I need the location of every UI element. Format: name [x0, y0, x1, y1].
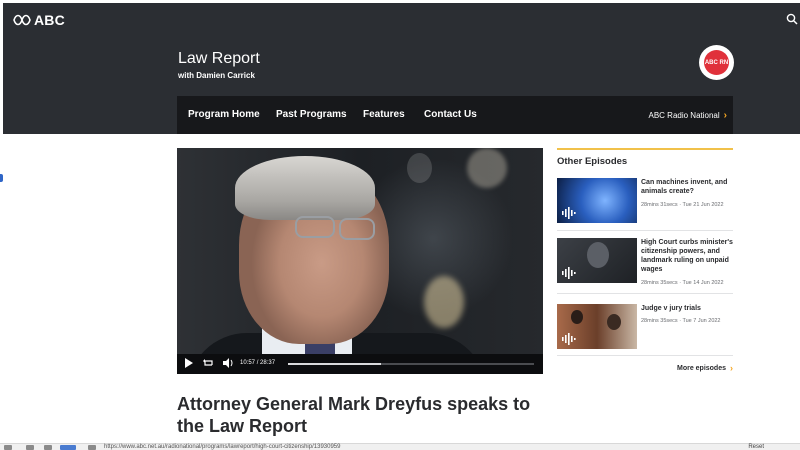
episode-thumbnail[interactable] — [557, 178, 637, 223]
taskbar-icon[interactable] — [44, 445, 52, 450]
status-url: https://www.abc.net.au/radionational/pro… — [104, 444, 341, 450]
sidebar-heading: Other Episodes — [557, 156, 628, 167]
status-reset[interactable]: Reset — [748, 444, 764, 450]
nav-network-link[interactable]: ABC Radio National › — [649, 110, 728, 121]
program-nav: Program Home Past Programs Features Cont… — [177, 96, 733, 134]
thumbnail-emblem — [587, 242, 609, 268]
episode-divider — [557, 293, 733, 294]
nav-program-home[interactable]: Program Home — [188, 109, 260, 120]
taskbar-icon[interactable] — [88, 445, 96, 450]
episode-card-meta: 28mins 31secs · Tue 21 Jun 2022 — [641, 202, 724, 208]
taskbar-icon[interactable] — [26, 445, 34, 450]
program-title[interactable]: Law Report — [178, 50, 260, 68]
audio-wave-icon — [562, 333, 576, 345]
video-bokeh — [467, 148, 507, 188]
duration: 28:37 — [260, 360, 276, 366]
taskbar-icon[interactable] — [4, 445, 12, 450]
browser-viewport: ABC Law Report with Damien Carrick ABC R… — [0, 0, 800, 450]
other-episodes-sidebar: Other Episodes Can machines invent, and … — [557, 148, 733, 373]
video-progress-bar[interactable] — [288, 363, 534, 365]
episode-card-meta: 28mins 35secs · Tue 7 Jun 2022 — [641, 318, 721, 324]
video-subject-glasses — [339, 218, 375, 240]
abc-logo[interactable]: ABC — [13, 12, 65, 28]
rn-badge[interactable]: ABC RN — [699, 45, 734, 80]
replay-icon[interactable] — [203, 358, 214, 368]
rn-badge-label: ABC RN — [704, 50, 729, 75]
episode-card[interactable]: Judge v jury trials 28mins 35secs · Tue … — [557, 304, 733, 352]
video-bokeh — [407, 153, 432, 183]
search-icon[interactable] — [786, 13, 798, 25]
episode-divider — [557, 230, 733, 231]
nav-contact-us[interactable]: Contact Us — [424, 109, 477, 120]
volume-icon[interactable] — [223, 358, 234, 368]
episode-card[interactable]: Can machines invent, and animals create?… — [557, 178, 733, 226]
audio-wave-icon — [562, 207, 576, 219]
video-bokeh — [424, 276, 464, 328]
video-player[interactable]: 10:57 / 28:37 — [177, 148, 543, 374]
more-episodes-link[interactable]: More episodes › — [677, 363, 733, 373]
current-time: 10:57 — [240, 360, 256, 366]
sidebar-accent-rule — [557, 148, 733, 150]
episode-thumbnail[interactable] — [557, 304, 637, 349]
episode-card-title[interactable]: High Court curbs minister's citizenship … — [641, 238, 733, 274]
page-edge-marker — [0, 174, 3, 182]
abc-logo-text: ABC — [34, 12, 65, 28]
program-presenter: with Damien Carrick — [178, 71, 255, 80]
more-episodes-label: More episodes — [676, 364, 726, 372]
episode-title: Attorney General Mark Dreyfus speaks to … — [177, 394, 531, 436]
play-icon[interactable] — [185, 358, 193, 368]
video-subject-hair — [235, 156, 375, 220]
episode-card-meta: 28mins 35secs · Tue 14 Jun 2022 — [641, 280, 724, 286]
episode-card[interactable]: High Court curbs minister's citizenship … — [557, 238, 733, 286]
nav-past-programs[interactable]: Past Programs — [276, 109, 347, 120]
abc-lissajous-icon — [13, 14, 31, 26]
video-controls: 10:57 / 28:37 — [177, 354, 543, 374]
audio-wave-icon — [562, 267, 576, 279]
chevron-right-icon: › — [730, 363, 733, 373]
taskbar-icon[interactable] — [60, 445, 76, 450]
episode-card-title[interactable]: Judge v jury trials — [641, 304, 733, 313]
video-time: 10:57 / 28:37 — [240, 360, 275, 366]
video-subject-glasses — [295, 216, 335, 238]
episode-thumbnail[interactable] — [557, 238, 637, 283]
thumbnail-figure — [571, 310, 583, 324]
nav-features[interactable]: Features — [363, 109, 405, 120]
site-header: ABC Law Report with Damien Carrick ABC R… — [3, 3, 800, 134]
episode-divider — [557, 355, 733, 356]
time-separator: / — [256, 360, 259, 366]
episode-card-title[interactable]: Can machines invent, and animals create? — [641, 178, 733, 196]
chevron-right-icon: › — [723, 110, 727, 121]
network-link-label: ABC Radio National — [648, 111, 720, 120]
browser-status-bar: https://www.abc.net.au/radionational/pro… — [0, 443, 800, 450]
video-progress-fill — [288, 363, 382, 365]
thumbnail-figure — [607, 314, 621, 330]
